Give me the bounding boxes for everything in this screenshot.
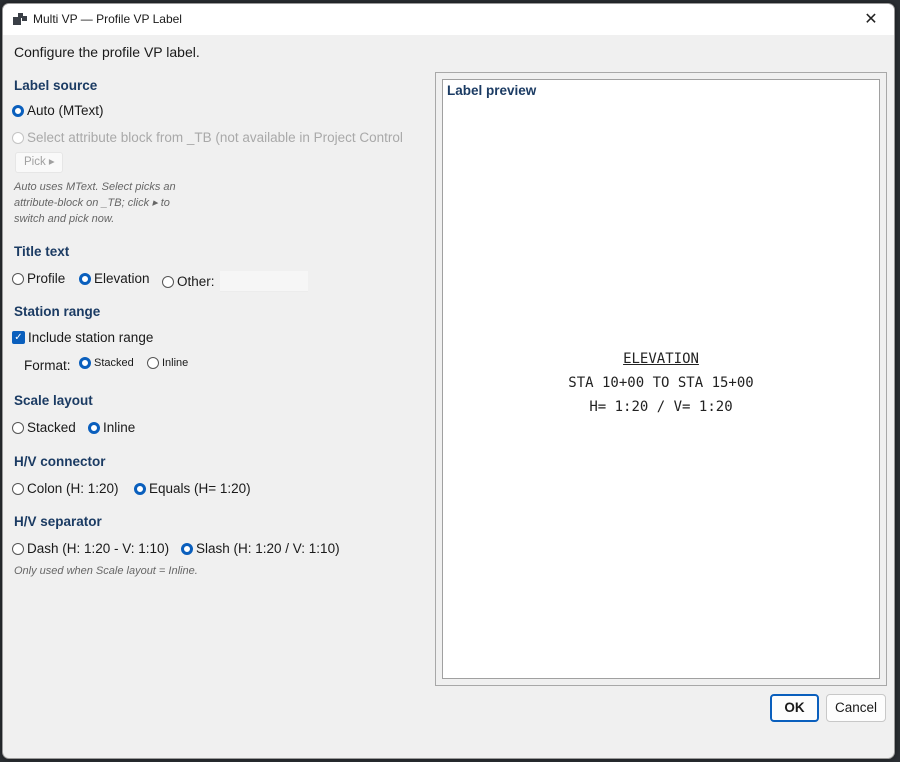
scale-inline-radio[interactable]: Inline: [88, 420, 135, 435]
scale-stacked-radio[interactable]: Stacked: [12, 420, 76, 435]
checkmark-icon: ✓: [12, 331, 25, 344]
close-button[interactable]: ✕: [848, 4, 894, 35]
radio-label: Stacked: [27, 420, 76, 435]
scale-layout-heading: Scale layout: [14, 393, 93, 408]
separator-dash-radio[interactable]: Dash (H: 1:20 - V: 1:10): [12, 541, 169, 556]
radio-label: Stacked: [94, 357, 134, 369]
radio-label: Equals (H= 1:20): [149, 481, 251, 496]
format-label: Format:: [24, 358, 71, 373]
label-preview-group: Label preview ELEVATION STA 10+00 TO STA…: [435, 72, 887, 686]
format-stacked-radio[interactable]: Stacked: [79, 357, 134, 369]
close-icon: ✕: [864, 11, 878, 28]
radio-indicator: [147, 357, 159, 369]
window-title: Multi VP — Profile VP Label: [33, 12, 182, 26]
hint-line: switch and pick now.: [14, 213, 115, 225]
title-other-radio[interactable]: Other:: [162, 271, 308, 292]
dialog-description: Configure the profile VP label.: [14, 44, 200, 60]
hint-line: attribute-block on _TB; click ▸ to: [14, 197, 170, 209]
radio-label: Select attribute block from _TB (not ava…: [27, 130, 403, 145]
radio-label: Other:: [177, 274, 215, 289]
radio-indicator: [12, 131, 24, 144]
radio-label: Profile: [27, 271, 66, 286]
connector-equals-radio[interactable]: Equals (H= 1:20): [134, 481, 251, 496]
label-preview-heading: Label preview: [444, 81, 543, 102]
title-elevation-radio[interactable]: Elevation: [79, 271, 150, 286]
preview-title-line: ELEVATION: [623, 351, 699, 367]
preview-text-block: ELEVATION STA 10+00 TO STA 15+00 H= 1:20…: [443, 347, 879, 419]
label-source-auto-radio[interactable]: Auto (MText): [12, 103, 104, 118]
profile-vp-label-dialog: Multi VP — Profile VP Label ✕ Configure …: [2, 3, 895, 759]
checkbox-label: Include station range: [28, 330, 154, 345]
radio-indicator: [12, 542, 24, 555]
hint-line: Auto uses MText. Select picks an: [14, 181, 176, 193]
radio-indicator: [88, 421, 100, 434]
label-preview-canvas: Label preview ELEVATION STA 10+00 TO STA…: [442, 79, 880, 679]
radio-indicator: [79, 357, 91, 369]
radio-indicator: [162, 275, 174, 288]
ok-button[interactable]: OK: [770, 694, 819, 722]
radio-label: Auto (MText): [27, 103, 104, 118]
radio-indicator: [134, 482, 146, 495]
radio-label: Elevation: [94, 271, 150, 286]
radio-label: Dash (H: 1:20 - V: 1:10): [27, 541, 170, 556]
title-text-heading: Title text: [14, 244, 70, 259]
radio-label: Inline: [162, 357, 189, 369]
radio-label: Colon (H: 1:20): [27, 481, 119, 496]
label-source-hint: Auto uses MText. Select picks an attribu…: [14, 179, 176, 227]
title-bar: Multi VP — Profile VP Label ✕: [3, 4, 894, 35]
radio-indicator: [12, 272, 24, 285]
pick-button: Pick ▸: [15, 152, 63, 173]
other-title-input[interactable]: [219, 271, 308, 292]
separator-slash-radio[interactable]: Slash (H: 1:20 / V: 1:10): [181, 541, 340, 556]
connector-colon-radio[interactable]: Colon (H: 1:20): [12, 481, 119, 496]
station-range-heading: Station range: [14, 304, 101, 319]
separator-hint: Only used when Scale layout = Inline.: [14, 565, 198, 577]
radio-indicator: [79, 272, 91, 285]
preview-scale-line: H= 1:20 / V= 1:20: [589, 399, 733, 415]
radio-label: Slash (H: 1:20 / V: 1:10): [196, 541, 340, 556]
title-profile-radio[interactable]: Profile: [12, 271, 65, 286]
label-source-heading: Label source: [14, 78, 98, 93]
hv-connector-heading: H/V connector: [14, 454, 106, 469]
cancel-button[interactable]: Cancel: [826, 694, 886, 722]
hv-separator-heading: H/V separator: [14, 514, 102, 529]
radio-indicator: [181, 542, 193, 555]
radio-indicator: [12, 482, 24, 495]
format-inline-radio[interactable]: Inline: [147, 357, 188, 369]
radio-indicator: [12, 421, 24, 434]
include-station-range-checkbox[interactable]: ✓ Include station range: [12, 330, 153, 345]
label-source-select-radio: Select attribute block from _TB (not ava…: [12, 130, 403, 145]
radio-indicator: [12, 104, 24, 117]
radio-label: Inline: [103, 420, 136, 435]
preview-station-line: STA 10+00 TO STA 15+00: [568, 375, 754, 391]
window-icon: [13, 13, 27, 25]
